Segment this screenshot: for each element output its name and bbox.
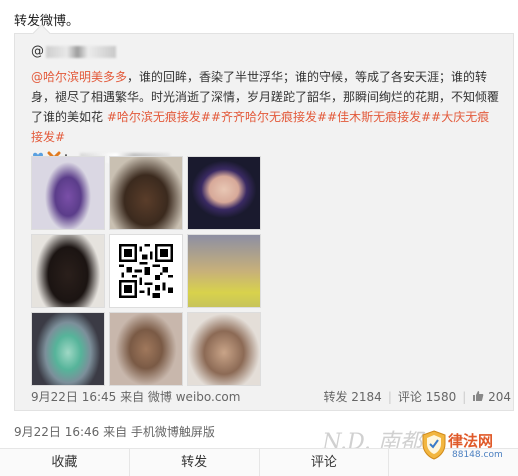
repost-button[interactable]: 转发 bbox=[130, 449, 260, 476]
original-post-source[interactable]: 9月22日 16:45 来自 微博 weibo.com bbox=[31, 388, 240, 405]
model-portrait-thumb[interactable] bbox=[187, 312, 261, 386]
like-count-link[interactable]: 204 bbox=[472, 390, 511, 404]
weibo-repost-card: 转发微博。 @ @哈尔滨明美多多，谁的回眸，香染了半世浮华；谁的守候，等成了各安… bbox=[0, 0, 518, 476]
author-prefix: @ bbox=[31, 44, 44, 59]
qr-code-icon bbox=[119, 244, 173, 298]
mention-link[interactable]: @哈尔滨明美多多 bbox=[31, 70, 127, 84]
repost-count-link[interactable]: 转发 2184 bbox=[323, 388, 381, 405]
action-bar: 收藏 转发 评论 bbox=[0, 448, 518, 476]
green-ombre-thumb[interactable] bbox=[31, 312, 105, 386]
original-post-body: @哈尔滨明美多多，谁的回眸，香染了半世浮华；谁的守候，等成了各安天涯；谁的转身，… bbox=[31, 67, 501, 168]
brown-waves-thumb[interactable] bbox=[109, 156, 183, 230]
repost-comment: 转发微博。 bbox=[14, 14, 80, 29]
purple-hair-thumb[interactable] bbox=[31, 156, 105, 230]
original-author-line[interactable]: @ bbox=[31, 44, 116, 59]
comment-count-link[interactable]: 评论 1580 bbox=[398, 388, 456, 405]
yellow-ombre-thumb[interactable] bbox=[187, 234, 261, 308]
original-post-box: @ @哈尔滨明美多多，谁的回眸，香染了半世浮华；谁的守候，等成了各安天涯；谁的转… bbox=[14, 33, 514, 411]
qr-code-thumb[interactable] bbox=[109, 234, 183, 308]
comment-button[interactable]: 评论 bbox=[260, 449, 390, 476]
black-hair-thumb[interactable] bbox=[31, 234, 105, 308]
thumbs-up-icon bbox=[473, 390, 484, 401]
like-count: 204 bbox=[488, 389, 511, 404]
curly-brown-thumb[interactable] bbox=[109, 312, 183, 386]
repost-source[interactable]: 9月22日 16:46 来自 手机微博触屏版 bbox=[14, 423, 215, 440]
blue-hair-selfie-thumb[interactable] bbox=[187, 156, 261, 230]
original-post-stats: 转发 2184 | 评论 1580 | 204 bbox=[323, 388, 511, 405]
favorite-button[interactable]: 收藏 bbox=[0, 449, 130, 476]
image-grid bbox=[31, 156, 261, 386]
redacted-author-name bbox=[46, 45, 116, 58]
